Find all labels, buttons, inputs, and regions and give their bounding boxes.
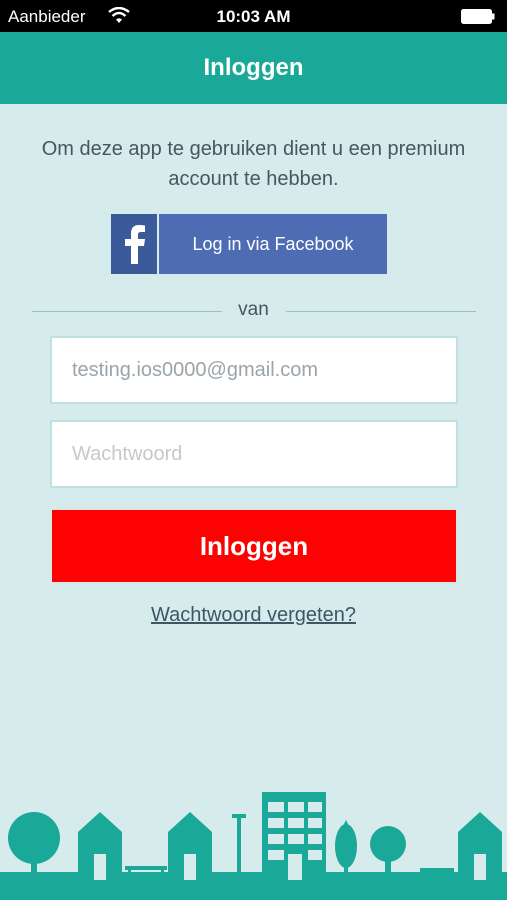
nav-bar: Inloggen xyxy=(0,32,507,104)
facebook-logo-icon xyxy=(111,214,159,274)
or-divider: van xyxy=(0,299,507,325)
facebook-login-label: Log in via Facebook xyxy=(159,214,387,274)
status-time: 10:03 AM xyxy=(216,7,291,26)
facebook-login-button[interactable]: Log in via Facebook xyxy=(111,214,387,274)
forgot-password-link[interactable]: Wachtwoord vergeten? xyxy=(0,604,507,627)
page-title: Inloggen xyxy=(203,54,304,81)
status-bar: Aanbieder 10:03 AM xyxy=(0,0,507,32)
city-skyline-illustration xyxy=(0,792,507,900)
login-button[interactable]: Inloggen xyxy=(50,508,458,584)
intro-text: Om deze app te gebruiken dient u een pre… xyxy=(41,138,466,190)
battery-icon xyxy=(461,9,495,24)
password-field[interactable] xyxy=(50,420,458,488)
divider-line-right xyxy=(286,311,476,312)
divider-text: van xyxy=(238,299,269,320)
email-field[interactable] xyxy=(50,336,458,404)
